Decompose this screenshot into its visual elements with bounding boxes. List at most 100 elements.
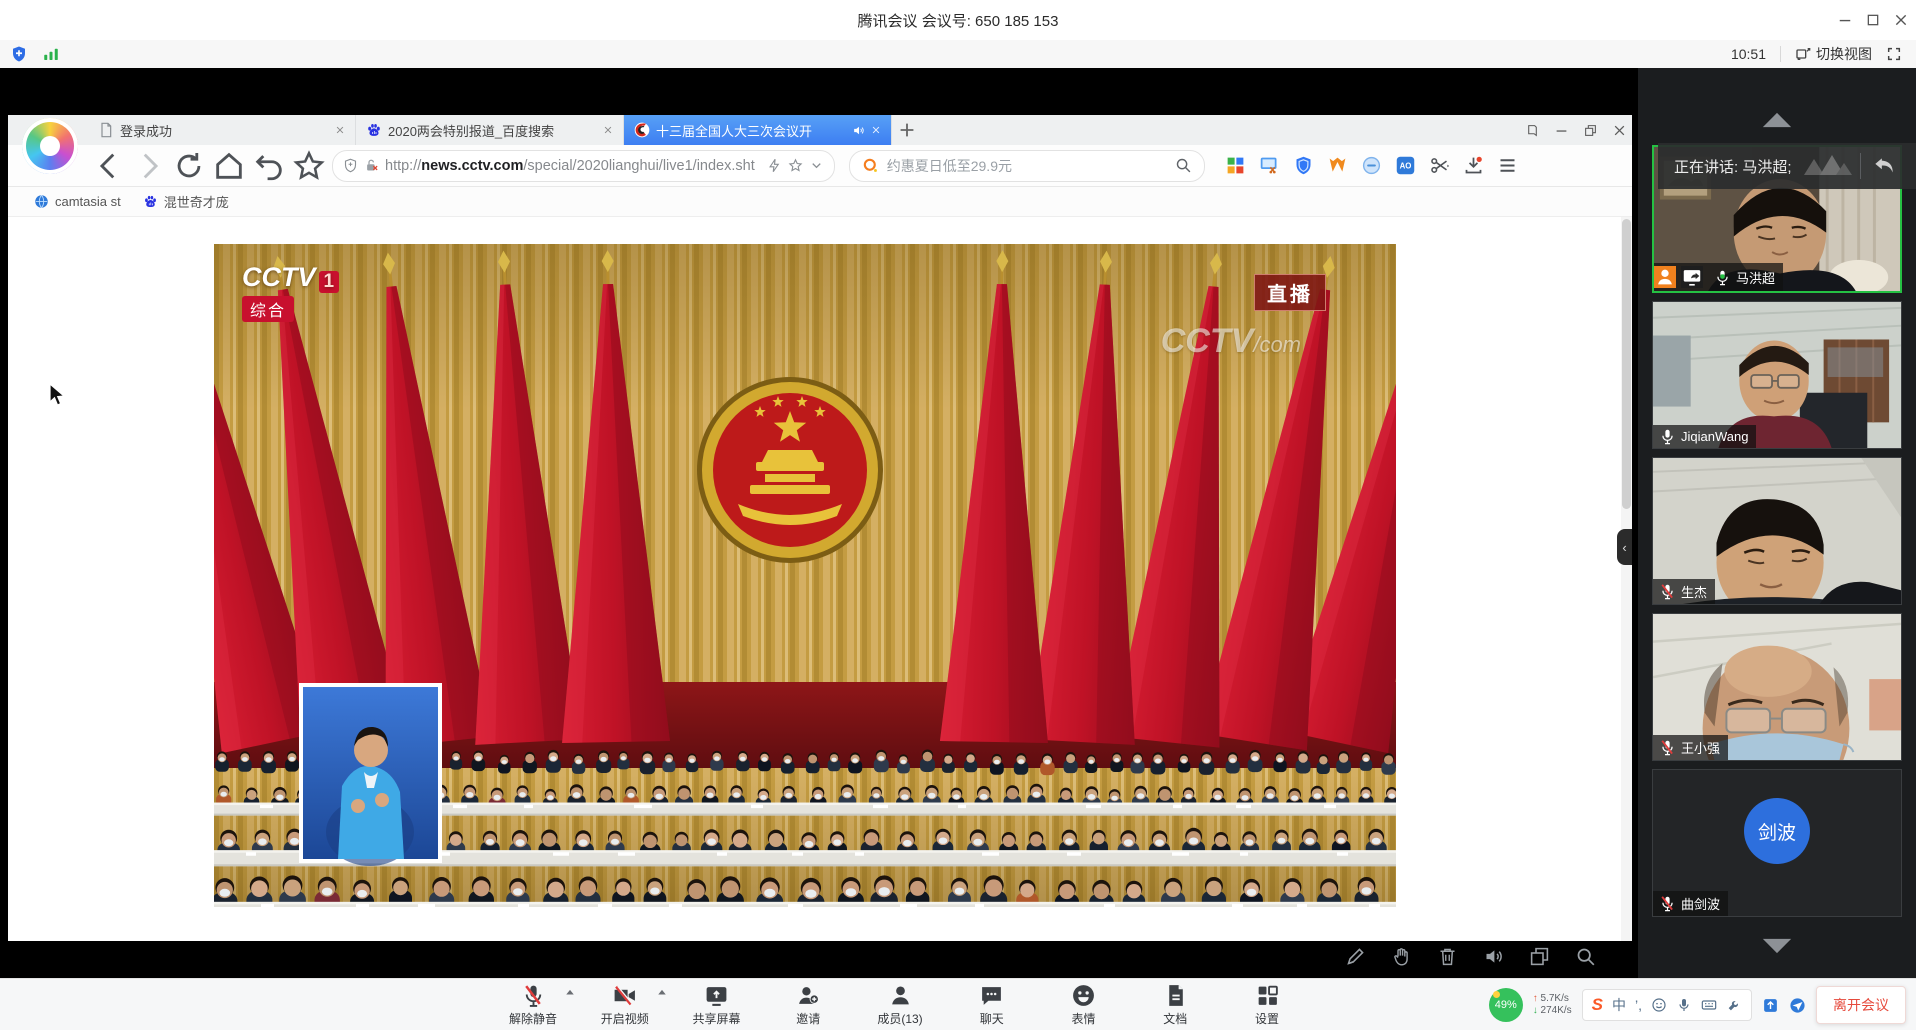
shield-ext-icon[interactable] bbox=[1293, 155, 1314, 176]
bookmark-star-icon[interactable] bbox=[788, 158, 803, 173]
volume-icon[interactable] bbox=[1483, 946, 1504, 967]
participant-tile-王小强[interactable]: 王小强 bbox=[1652, 613, 1902, 761]
address-bar[interactable]: http://news.cctv.com/special/2020lianghu… bbox=[332, 150, 835, 182]
meeting-security-icon[interactable] bbox=[10, 45, 28, 63]
browser-tab-2[interactable]: 2020两会特别报道_百度搜索 bbox=[356, 115, 624, 145]
maximize-icon[interactable] bbox=[1866, 13, 1880, 27]
ime-toolbar[interactable]: S 中 ’, bbox=[1582, 989, 1752, 1021]
tray-upload-icon[interactable] bbox=[1762, 997, 1779, 1014]
magnify-icon[interactable] bbox=[1575, 946, 1596, 967]
back-icon[interactable] bbox=[92, 149, 126, 183]
raise-hand-icon[interactable] bbox=[1391, 946, 1412, 967]
live-video-player[interactable]: CCTV1 综合 直播 CCTV/com bbox=[214, 244, 1396, 907]
switch-view-button[interactable]: 切换视图 bbox=[1795, 44, 1872, 64]
annotate-icon[interactable] bbox=[1345, 946, 1366, 967]
download-icon[interactable] bbox=[1463, 155, 1484, 176]
browser-close-icon[interactable] bbox=[1613, 124, 1626, 137]
share-view-tools bbox=[1345, 946, 1596, 967]
toolbar-label: 解除静音 bbox=[509, 1010, 557, 1027]
page-scrollbar[interactable] bbox=[1621, 217, 1632, 941]
tab-close-icon[interactable] bbox=[603, 125, 613, 135]
tab-title: 登录成功 bbox=[120, 121, 329, 140]
translate-ao-icon[interactable]: AO bbox=[1395, 155, 1416, 176]
collapse-panel-handle[interactable]: ‹ bbox=[1617, 529, 1632, 565]
home-icon[interactable] bbox=[212, 149, 246, 183]
forward-icon[interactable] bbox=[132, 149, 166, 183]
battery-indicator: 49% bbox=[1489, 988, 1523, 1022]
instant-lightning-icon[interactable] bbox=[767, 158, 782, 173]
invite-icon bbox=[796, 983, 821, 1008]
search-box[interactable]: 约惠夏日低至29.9元 bbox=[849, 150, 1205, 182]
meeting-toolbar: 10:51 切换视图 bbox=[0, 40, 1916, 69]
browser-restore-icon[interactable] bbox=[1584, 124, 1597, 137]
ime-punctuation[interactable]: ’, bbox=[1635, 997, 1642, 1013]
mic-muted-icon bbox=[1659, 583, 1676, 600]
favorite-star-icon[interactable] bbox=[292, 149, 326, 183]
toolbar-mic-muted-button[interactable]: 解除静音 bbox=[500, 979, 566, 1030]
browser-logo[interactable] bbox=[22, 118, 78, 174]
tab-audio-icon[interactable] bbox=[852, 124, 865, 137]
trash-icon[interactable] bbox=[1437, 946, 1458, 967]
divider bbox=[1860, 153, 1861, 179]
menu-icon[interactable] bbox=[1497, 155, 1518, 176]
toolbar-invite-button[interactable]: 邀请 bbox=[775, 979, 841, 1030]
reader-w-icon[interactable] bbox=[1327, 155, 1348, 176]
toolbar-label: 共享屏幕 bbox=[692, 1010, 740, 1027]
ime-keyboard-icon[interactable] bbox=[1701, 997, 1717, 1013]
leave-meeting-button[interactable]: 离开会议 bbox=[1816, 986, 1906, 1024]
toolbar-share-screen-button[interactable]: 共享屏幕 bbox=[684, 979, 750, 1030]
participant-tile-JiqianWang[interactable]: JiqianWang bbox=[1652, 301, 1902, 449]
tab-close-icon[interactable] bbox=[871, 125, 881, 135]
ime-mic-icon[interactable] bbox=[1676, 997, 1692, 1013]
toolbar-cam-off-button[interactable]: 开启视频 bbox=[592, 979, 658, 1030]
toolbar-chat-button[interactable]: 聊天 bbox=[959, 979, 1025, 1030]
participant-tile-曲剑波[interactable]: 剑波曲剑波 bbox=[1652, 769, 1902, 917]
switch-view-icon bbox=[1795, 46, 1811, 62]
undo-icon[interactable] bbox=[252, 149, 286, 183]
browser-feedback-icon[interactable] bbox=[1526, 124, 1539, 137]
bookmark-label: camtasia st bbox=[55, 194, 121, 209]
scroll-down-icon[interactable] bbox=[1760, 936, 1794, 956]
insecure-lock-icon[interactable] bbox=[364, 158, 379, 173]
toolbar-members-button[interactable]: 成员(13) bbox=[867, 979, 933, 1030]
toolbar-emoji-button[interactable]: 表情 bbox=[1051, 979, 1117, 1030]
participants-sidebar: 马洪超JiqianWang生杰王小强剑波曲剑波 正在讲话: 马洪超; bbox=[1638, 68, 1916, 978]
fullscreen-icon[interactable] bbox=[1886, 46, 1902, 62]
divider bbox=[1780, 46, 1781, 62]
screenshot-icon[interactable] bbox=[1259, 155, 1280, 176]
bookmark-item-1[interactable]: camtasia st bbox=[34, 194, 121, 209]
participant-namebar: 曲剑波 bbox=[1653, 891, 1728, 916]
scrollbar-thumb[interactable] bbox=[1622, 219, 1631, 509]
apps-grid-icon[interactable] bbox=[1225, 155, 1246, 176]
refresh-icon[interactable] bbox=[172, 149, 206, 183]
tab-close-icon[interactable] bbox=[335, 125, 345, 135]
browser-tab-1[interactable]: 登录成功 bbox=[88, 115, 356, 145]
participant-tile-生杰[interactable]: 生杰 bbox=[1652, 457, 1902, 605]
ime-language[interactable]: 中 bbox=[1612, 995, 1626, 1015]
reply-arrow-icon[interactable] bbox=[1871, 153, 1897, 179]
ime-toolbox-icon[interactable] bbox=[1726, 997, 1742, 1013]
url-dropdown-icon[interactable] bbox=[809, 158, 824, 173]
caret-up-icon[interactable] bbox=[657, 988, 667, 996]
toolbar-settings-button[interactable]: 设置 bbox=[1234, 979, 1300, 1030]
close-icon[interactable] bbox=[1894, 13, 1908, 27]
adblock-icon[interactable] bbox=[1361, 155, 1382, 176]
scroll-up-icon[interactable] bbox=[1760, 110, 1794, 130]
bookmark-item-2[interactable]: 混世奇才庞 bbox=[143, 192, 229, 211]
scissors-icon[interactable] bbox=[1429, 155, 1450, 176]
tray-network-icon[interactable] bbox=[1789, 997, 1806, 1014]
network-signal-icon[interactable] bbox=[42, 45, 60, 63]
browser-tab-3[interactable]: 十三届全国人大三次会议开 bbox=[624, 115, 892, 145]
participant-name: 曲剑波 bbox=[1681, 894, 1720, 913]
ime-emoji-icon[interactable] bbox=[1651, 997, 1667, 1013]
windows-icon[interactable] bbox=[1529, 946, 1550, 967]
toolbar-docs-button[interactable]: 文档 bbox=[1142, 979, 1208, 1030]
mic-icon bbox=[1659, 428, 1676, 445]
caret-up-icon[interactable] bbox=[565, 988, 575, 996]
browser-minimize-icon[interactable] bbox=[1555, 124, 1568, 137]
minimize-icon[interactable] bbox=[1838, 13, 1852, 27]
search-icon[interactable] bbox=[1175, 157, 1192, 174]
new-tab-button[interactable] bbox=[896, 119, 918, 141]
site-info-shield-icon[interactable] bbox=[343, 158, 358, 173]
participant-namebar: 马洪超 bbox=[1654, 263, 1783, 291]
